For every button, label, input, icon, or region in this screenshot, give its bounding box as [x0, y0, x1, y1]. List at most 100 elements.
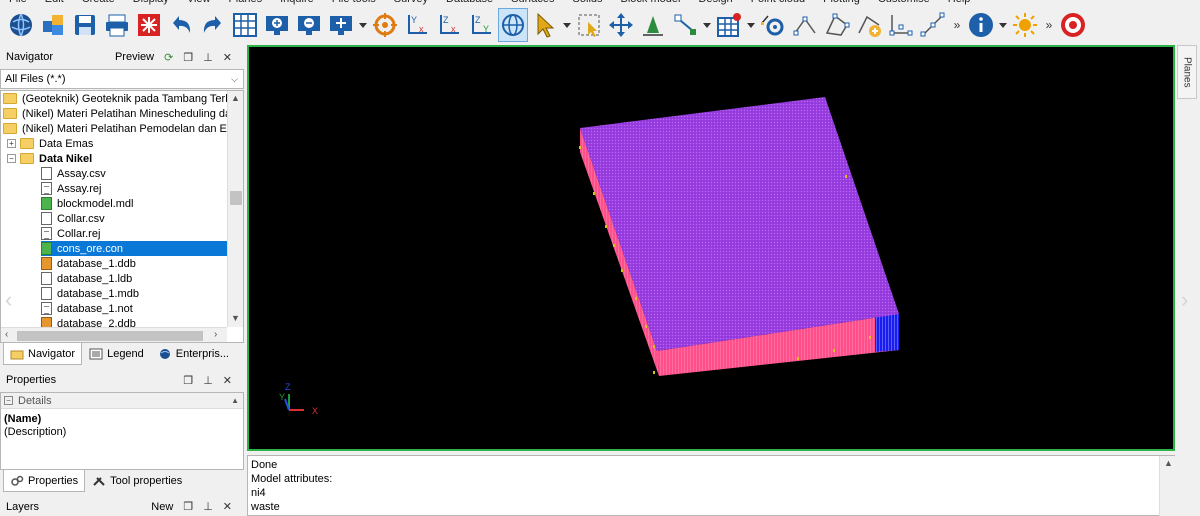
- axis-zy-button[interactable]: ZY: [466, 8, 496, 42]
- print-button[interactable]: [102, 8, 132, 42]
- reset-view-button[interactable]: [134, 8, 164, 42]
- target-button[interactable]: [370, 8, 400, 42]
- toolbar-overflow-button[interactable]: »: [1042, 8, 1056, 42]
- close-icon[interactable]: ✕: [223, 374, 232, 387]
- tree-horizontal-scrollbar[interactable]: ‹ ›: [1, 327, 227, 342]
- line-diagonal-button[interactable]: [918, 8, 948, 42]
- folder-icon: [20, 138, 34, 149]
- pan-button[interactable]: [606, 8, 636, 42]
- expand-icon[interactable]: +: [7, 139, 16, 148]
- file-icon: [41, 227, 52, 240]
- output-scrollbar[interactable]: ▲: [1159, 456, 1175, 516]
- float-panel-icon[interactable]: ❐: [183, 500, 193, 513]
- zoom-extents-button[interactable]: [326, 8, 356, 42]
- tree-item[interactable]: (Nikel) Materi Pelatihan Pemodelan dan E…: [3, 121, 243, 136]
- planes-tab[interactable]: Planes: [1177, 45, 1197, 99]
- tool-properties-icon: [93, 477, 105, 486]
- tab-properties[interactable]: Properties: [3, 470, 86, 492]
- file-tree[interactable]: (Geoteknik) Geoteknik pada Tambang Terbu…: [0, 90, 244, 343]
- polygon-button[interactable]: [822, 8, 852, 42]
- tree-item[interactable]: database_1.ddb: [41, 256, 227, 271]
- tree-item[interactable]: − Data Nikel: [7, 151, 227, 166]
- tree-item[interactable]: Assay.csv: [41, 166, 227, 181]
- pin-icon[interactable]: ⊥: [203, 51, 213, 64]
- grid-red-button[interactable]: [714, 8, 744, 42]
- scroll-up-icon[interactable]: ▲: [1164, 458, 1173, 468]
- dropdown-arrow-icon[interactable]: [998, 8, 1008, 42]
- measure-button[interactable]: [790, 8, 820, 42]
- undo-button[interactable]: [166, 8, 196, 42]
- tab-enterpris[interactable]: Enterpris...: [151, 343, 236, 365]
- dropdown-arrow-icon[interactable]: [702, 8, 712, 42]
- chevron-up-icon[interactable]: ▲: [231, 396, 239, 405]
- folder-icon: [3, 93, 17, 104]
- new-layer-button[interactable]: New: [151, 501, 173, 513]
- tab-label: Properties: [28, 474, 79, 487]
- zoom-in-button[interactable]: [262, 8, 292, 42]
- scroll-down-icon[interactable]: ▼: [231, 313, 240, 323]
- tree-item[interactable]: cons_ore.con: [41, 241, 227, 256]
- scroll-thumb[interactable]: [230, 191, 242, 205]
- redo-button[interactable]: [198, 8, 228, 42]
- line-shape-button[interactable]: [886, 8, 916, 42]
- stop-target-button[interactable]: [1058, 8, 1088, 42]
- tab-navigator[interactable]: Navigator: [3, 343, 83, 365]
- close-icon[interactable]: ✕: [223, 51, 232, 64]
- preview-refresh-icon[interactable]: ⟳: [164, 51, 173, 64]
- add-point-button[interactable]: [854, 8, 884, 42]
- right-arrow-icon[interactable]: ›: [1181, 287, 1188, 313]
- float-panel-icon[interactable]: ❐: [183, 51, 193, 64]
- zoom-out-icon: [298, 16, 320, 35]
- cubes-button[interactable]: [38, 8, 68, 42]
- main-toolbar: Yx Zx Z Y » »: [0, 5, 1200, 45]
- axis-zx-button[interactable]: Zx: [434, 8, 464, 42]
- select-pointer-button[interactable]: [530, 8, 560, 42]
- grid-view-button[interactable]: [230, 8, 260, 42]
- float-panel-icon[interactable]: ❐: [183, 374, 193, 387]
- tree-item[interactable]: Assay.rej: [41, 181, 227, 196]
- scroll-left-icon[interactable]: ‹: [5, 329, 8, 340]
- save-button[interactable]: [70, 8, 100, 42]
- pin-icon[interactable]: ⊥: [203, 500, 213, 513]
- zoom-out-button[interactable]: [294, 8, 324, 42]
- toolbar-overflow-button[interactable]: »: [950, 8, 964, 42]
- navigator-icon: [10, 350, 24, 359]
- dropdown-arrow-icon[interactable]: [358, 8, 368, 42]
- select-box-button[interactable]: [574, 8, 604, 42]
- rotate-button[interactable]: [498, 8, 528, 42]
- dropdown-arrow-icon[interactable]: [562, 8, 572, 42]
- string-select-button[interactable]: [670, 8, 700, 42]
- tree-item[interactable]: database_1.mdb: [41, 286, 227, 301]
- collapse-icon[interactable]: −: [7, 154, 16, 163]
- pin-icon[interactable]: ⊥: [203, 374, 213, 387]
- 3d-viewport[interactable]: X Y Z: [247, 45, 1175, 451]
- scroll-thumb[interactable]: [17, 331, 203, 341]
- tab-tool-properties[interactable]: Tool properties: [85, 470, 189, 492]
- tree-item[interactable]: database_1.ldb: [41, 271, 227, 286]
- tree-item[interactable]: database_1.not: [41, 301, 227, 316]
- sun-button[interactable]: [1010, 8, 1040, 42]
- chevron-down-icon: ⌵: [231, 73, 238, 84]
- scroll-right-icon[interactable]: ›: [214, 329, 217, 340]
- collapse-icon[interactable]: −: [4, 396, 13, 405]
- settings-points-button[interactable]: [758, 8, 788, 42]
- tree-item[interactable]: (Nikel) Materi Pelatihan Minescheduling …: [3, 106, 243, 121]
- dropdown-arrow-icon[interactable]: [746, 8, 756, 42]
- globe-button[interactable]: [6, 8, 36, 42]
- digitise-button[interactable]: [638, 8, 668, 42]
- preview-button[interactable]: Preview: [115, 51, 154, 63]
- left-arrow-icon[interactable]: ‹: [5, 287, 12, 313]
- tree-vertical-scrollbar[interactable]: ▲ ▼: [227, 91, 243, 327]
- tree-item[interactable]: Collar.csv: [41, 211, 227, 226]
- scroll-up-icon[interactable]: ▲: [231, 93, 240, 103]
- axis-yx-button[interactable]: Yx: [402, 8, 432, 42]
- tree-item[interactable]: Collar.rej: [41, 226, 227, 241]
- tree-item[interactable]: + Data Emas: [7, 136, 227, 151]
- tab-legend[interactable]: Legend: [82, 343, 151, 365]
- info-button[interactable]: [966, 8, 996, 42]
- properties-category[interactable]: − Details ▲: [1, 393, 243, 409]
- close-icon[interactable]: ✕: [223, 500, 232, 513]
- file-filter-select[interactable]: All Files (*.*) ⌵: [0, 69, 244, 89]
- tree-item[interactable]: blockmodel.mdl: [41, 196, 227, 211]
- tree-item[interactable]: (Geoteknik) Geoteknik pada Tambang Terbu…: [3, 91, 243, 106]
